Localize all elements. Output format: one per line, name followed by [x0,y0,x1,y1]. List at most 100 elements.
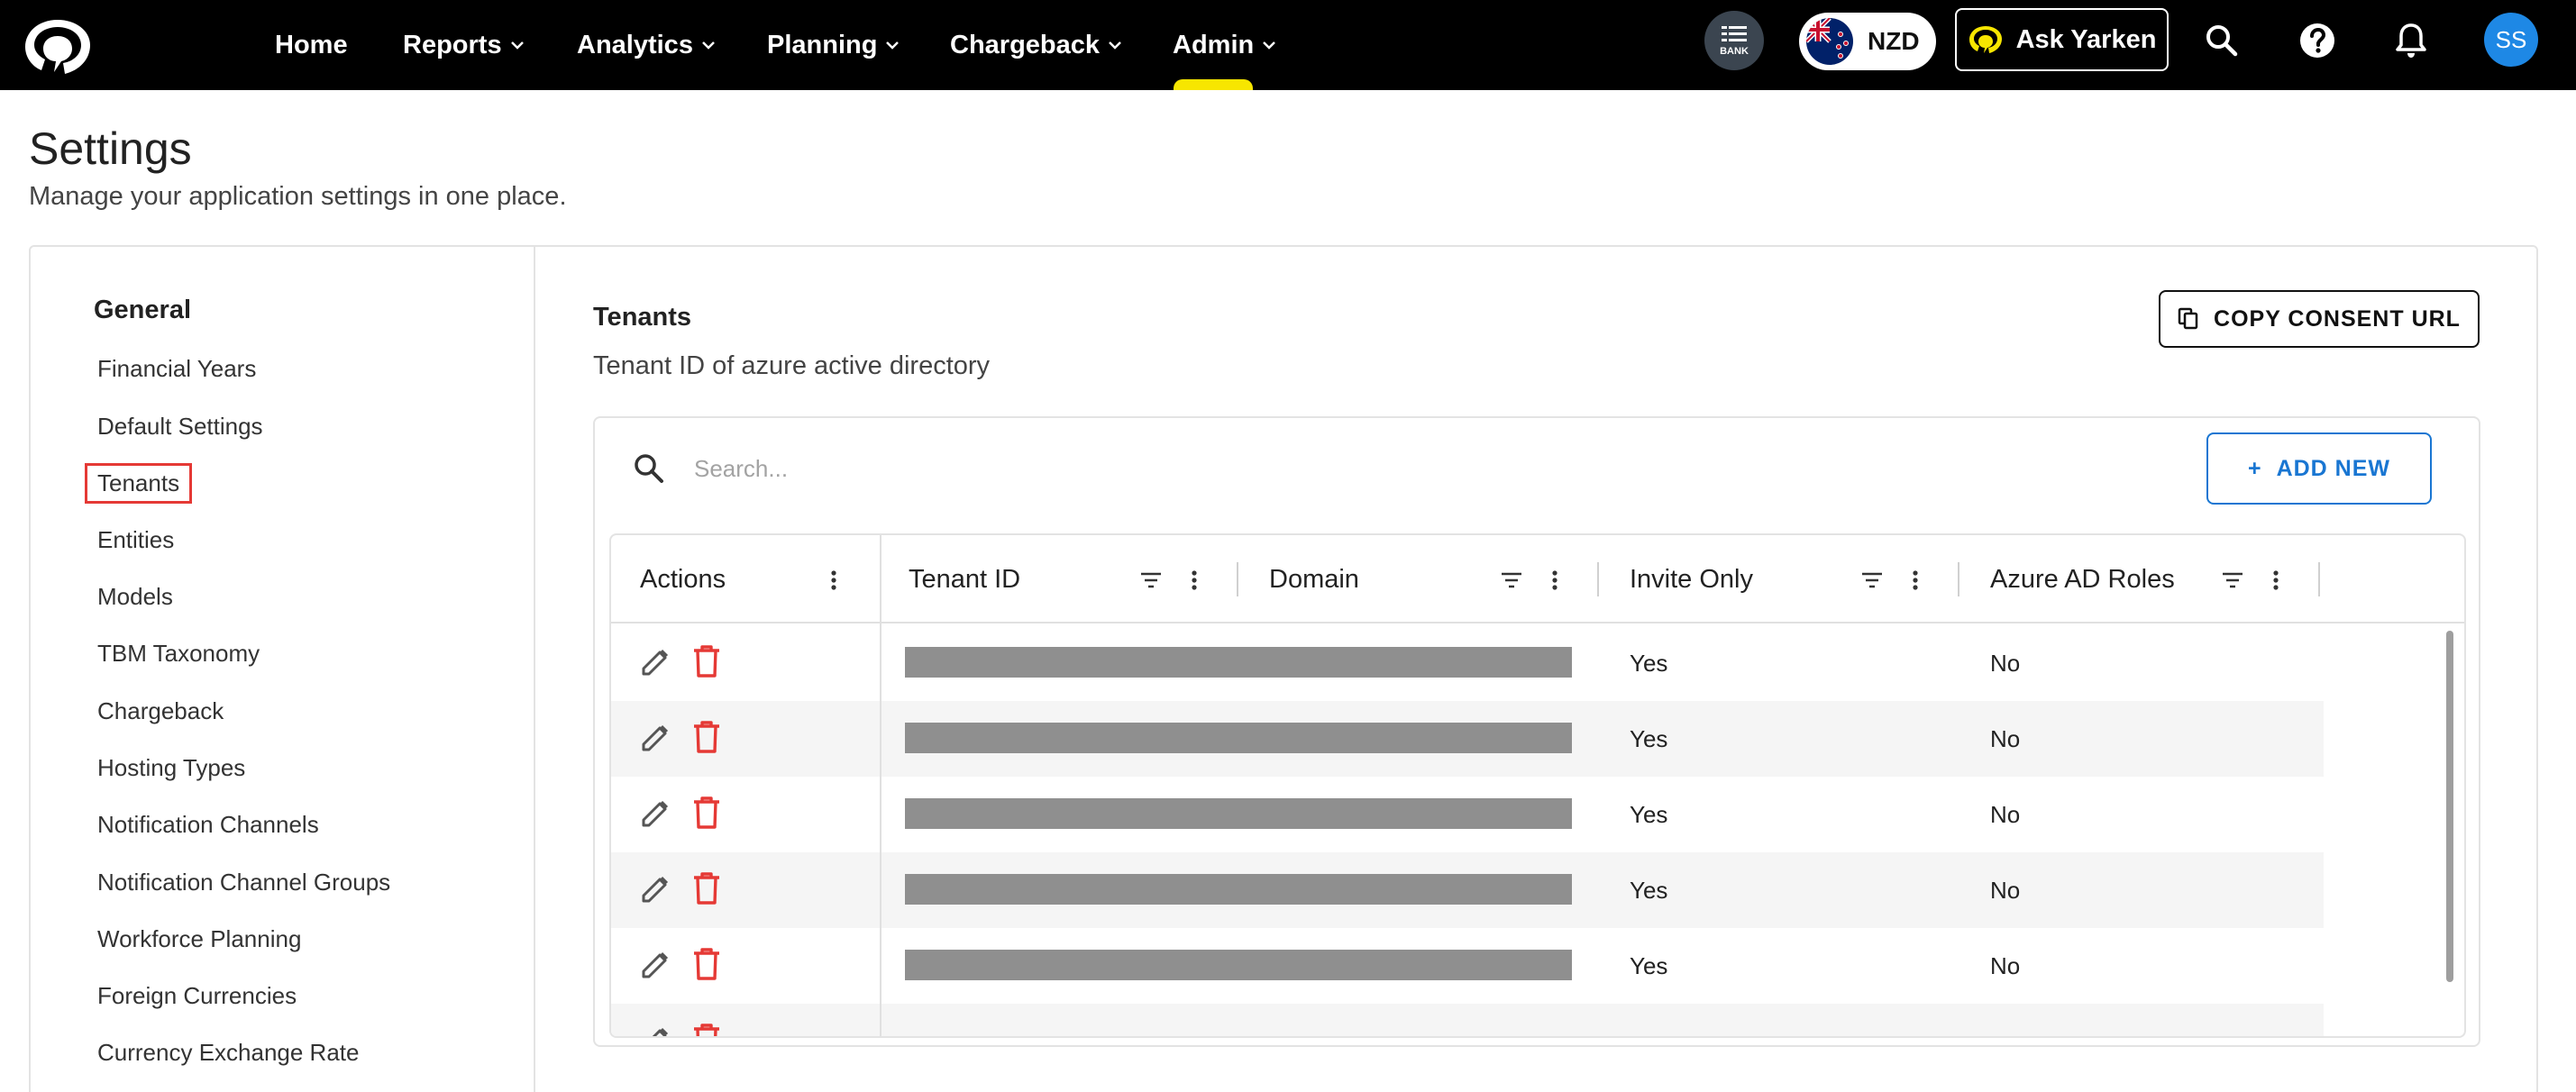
column-header-actions: Actions [640,564,726,594]
chevron-down-icon [1109,41,1121,50]
azure-ad-roles-cell: No [1990,876,2021,904]
table-row: Yes No [611,928,2324,1004]
sidebar-item-tbm-taxonomy[interactable]: TBM Taxonomy [97,640,260,668]
invite-only-cell: Yes [1630,800,1668,828]
add-new-label: ADD NEW [2276,455,2391,481]
currency-selector[interactable]: NZD [1799,13,1936,70]
sidebar-item-financial-years[interactable]: Financial Years [97,355,256,383]
ask-yarken-label: Ask Yarken [2015,24,2157,54]
column-header-azure-ad-roles[interactable]: Azure AD Roles [1990,535,2175,623]
active-nav-indicator [1174,79,1253,90]
actions-column-divider [880,535,882,1036]
sidebar-item-hosting-types[interactable]: Hosting Types [97,754,245,782]
top-navigation-bar: Home Reports Analytics Planning Chargeba… [0,0,2576,90]
delete-trash-icon[interactable] [690,870,723,906]
column-resize-handle[interactable] [1958,562,1959,596]
nav-chargeback[interactable]: Chargeback [950,0,1123,90]
bank-selector[interactable]: BANK [1704,11,1764,70]
nav-admin[interactable]: Admin [1173,0,1277,90]
edit-pencil-icon[interactable] [638,721,672,755]
sidebar-item-default-settings[interactable]: Default Settings [97,413,263,441]
help-icon[interactable] [2297,20,2338,61]
sidebar-item-notification-channels[interactable]: Notification Channels [97,811,319,839]
table-row: Yes No [611,625,2324,701]
redacted-tenant-domain [905,874,1572,905]
column-menu-icon[interactable] [1904,569,1927,592]
column-resize-handle[interactable] [2318,562,2320,596]
bank-icon [1722,26,1747,41]
table-row [611,1004,2324,1038]
edit-pencil-icon[interactable] [638,948,672,982]
delete-trash-icon[interactable] [690,946,723,982]
invite-only-cell: Yes [1630,724,1668,752]
ask-yarken-button[interactable]: Ask Yarken [1955,8,2169,71]
column-resize-handle[interactable] [1237,562,1238,596]
nav-analytics[interactable]: Analytics [577,0,717,90]
settings-sidebar: General Financial Years Default Settings… [31,247,535,1092]
tenants-panel: Tenants Tenant ID of azure active direct… [535,247,2536,1092]
azure-ad-roles-cell: No [1990,951,2021,979]
notification-bell-icon[interactable] [2390,20,2432,61]
column-menu-icon[interactable] [2264,569,2288,592]
bank-label: BANK [1720,46,1749,57]
nav-planning[interactable]: Planning [767,0,900,90]
edit-pencil-icon[interactable] [638,1024,672,1038]
section-title: Tenants [593,303,692,332]
add-new-button[interactable]: + ADD NEW [2206,432,2432,505]
column-header-tenant-id[interactable]: Tenant ID [909,535,1020,623]
sidebar-item-tenants[interactable]: Tenants [85,463,193,504]
table-row: Yes No [611,777,2324,852]
nav-reports[interactable]: Reports [403,0,525,90]
filter-icon[interactable] [1139,569,1163,592]
filter-icon[interactable] [1860,569,1884,592]
sidebar-item-workforce-planning[interactable]: Workforce Planning [97,925,301,953]
user-avatar[interactable]: SS [2484,13,2538,67]
chevron-down-icon [1263,41,1276,50]
tenants-table-card: + ADD NEW Actions Tenant ID Domain Invit… [593,416,2480,1047]
delete-trash-icon[interactable] [690,643,723,679]
search-input[interactable] [694,445,1776,492]
redacted-tenant-domain [905,798,1572,829]
redacted-tenant-domain [905,950,1572,980]
sidebar-item-notification-channel-groups[interactable]: Notification Channel Groups [97,869,390,896]
chevron-down-icon [510,41,524,50]
sidebar-item-currency-exchange-rate[interactable]: Currency Exchange Rate [97,1039,359,1067]
copy-consent-url-button[interactable]: COPY CONSENT URL [2159,290,2480,348]
vertical-scrollbar[interactable] [2446,631,2453,982]
nav-home[interactable]: Home [275,0,348,90]
azure-ad-roles-cell: No [1990,649,2021,677]
column-menu-icon[interactable] [822,569,845,592]
sidebar-item-entities[interactable]: Entities [97,526,174,554]
edit-pencil-icon[interactable] [638,872,672,906]
sidebar-item-foreign-currencies[interactable]: Foreign Currencies [97,982,297,1010]
edit-pencil-icon[interactable] [638,796,672,831]
sidebar-item-models[interactable]: Models [97,583,173,611]
plus-icon: + [2247,455,2262,481]
yarken-logo-icon[interactable] [22,14,94,76]
nav-chargeback-label: Chargeback [950,30,1101,59]
column-menu-icon[interactable] [1183,569,1206,592]
settings-card: General Financial Years Default Settings… [29,245,2538,1092]
copy-icon [2178,307,2198,330]
search-icon[interactable] [2201,20,2243,61]
filter-icon[interactable] [2221,569,2244,592]
nav-admin-label: Admin [1173,30,1255,59]
column-header-domain[interactable]: Domain [1269,535,1359,623]
nav-analytics-label: Analytics [577,30,693,59]
filter-icon[interactable] [1500,569,1523,592]
delete-trash-icon[interactable] [690,1022,723,1038]
redacted-tenant-domain [905,647,1572,678]
column-menu-icon[interactable] [1543,569,1567,592]
nav-home-label: Home [275,30,348,59]
search-icon [635,454,663,483]
page-subtitle: Manage your application settings in one … [29,182,567,211]
column-resize-handle[interactable] [1597,562,1599,596]
redacted-tenant-domain [905,723,1572,753]
delete-trash-icon[interactable] [690,795,723,831]
delete-trash-icon[interactable] [690,719,723,755]
sidebar-item-chargeback[interactable]: Chargeback [97,697,224,725]
grid-header: Actions Tenant ID Domain Invite Only Azu… [611,535,2464,623]
edit-pencil-icon[interactable] [638,645,672,679]
column-header-invite-only[interactable]: Invite Only [1630,535,1753,623]
chevron-down-icon [702,41,715,50]
